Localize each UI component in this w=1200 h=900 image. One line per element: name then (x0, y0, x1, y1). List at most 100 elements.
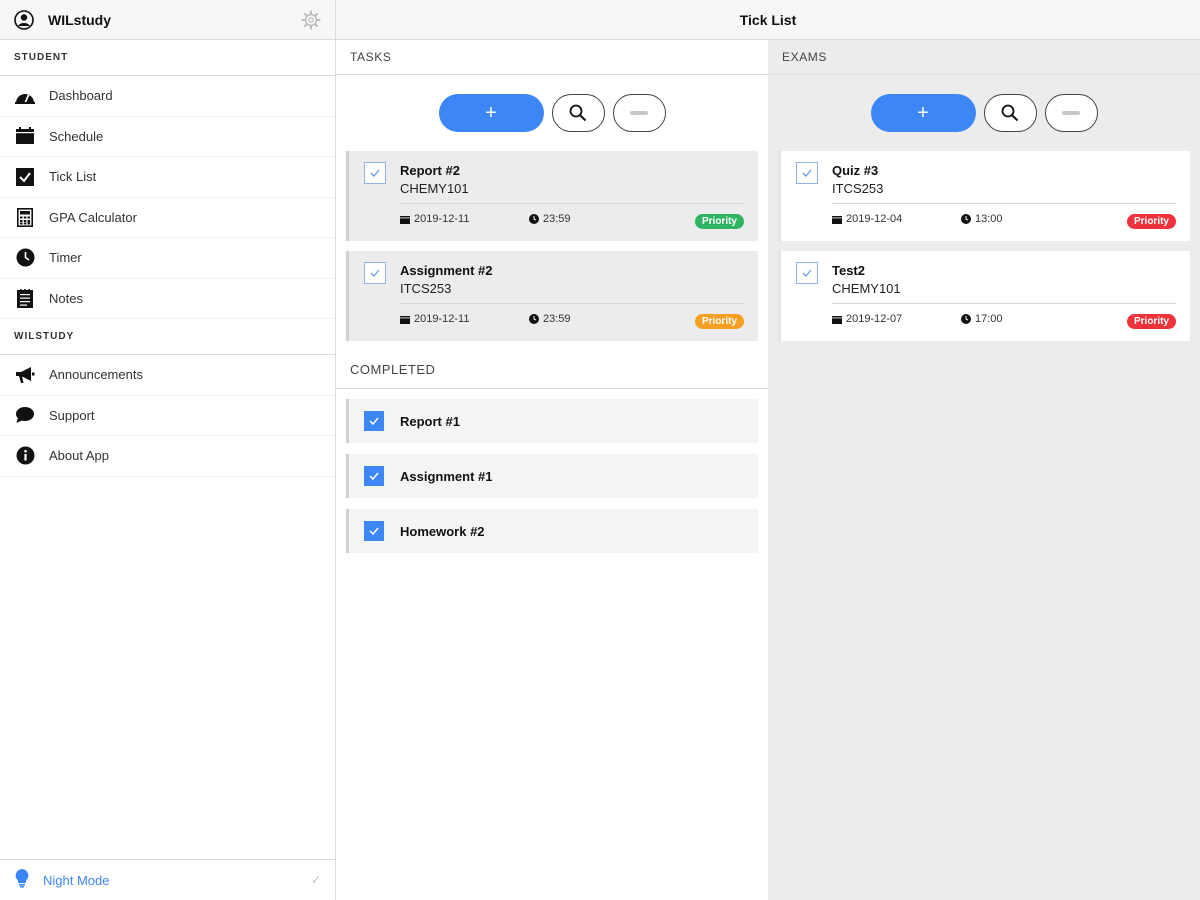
search-tasks-button[interactable] (551, 94, 605, 132)
clock-icon (14, 248, 36, 268)
exams-heading: EXAMS (768, 40, 1200, 75)
sidebar-item-notes[interactable]: Notes (0, 279, 335, 319)
task-due-time: 23:59 (529, 213, 571, 225)
sidebar-item-tick-list[interactable]: Tick List (0, 157, 335, 198)
completed-checkbox[interactable] (364, 411, 384, 431)
exams-button-row: + (768, 75, 1200, 151)
checkbox-icon (14, 167, 36, 187)
plus-icon: + (485, 102, 497, 124)
calendar-icon (832, 315, 842, 324)
task-checkbox[interactable] (364, 162, 386, 184)
completed-checkbox[interactable] (364, 521, 384, 541)
task-card[interactable]: Assignment #2 ITCS253 2019-12-11 23:59 P… (346, 251, 758, 341)
task-title: Report #2 (400, 163, 460, 178)
sidebar-item-announcements[interactable]: Announcements (0, 355, 335, 396)
exam-date: 2019-12-07 (832, 313, 902, 325)
completed-checkbox[interactable] (364, 466, 384, 486)
exam-card[interactable]: Quiz #3 ITCS253 2019-12-04 13:00 Priorit… (778, 151, 1190, 241)
task-due-date: 2019-12-11 (400, 313, 469, 325)
user-avatar-icon[interactable] (14, 9, 34, 30)
sidebar-item-label: Support (49, 407, 95, 423)
sidebar-item-schedule[interactable]: Schedule (0, 117, 335, 157)
lightbulb-icon (14, 868, 30, 893)
sidebar-item-about-app[interactable]: About App (0, 436, 335, 477)
divider (832, 203, 1176, 204)
remove-exam-button[interactable] (1044, 94, 1098, 132)
task-checkbox[interactable] (364, 262, 386, 284)
date-text: 2019-12-04 (846, 213, 903, 225)
priority-badge: Priority (1126, 214, 1176, 229)
megaphone-icon (14, 365, 36, 385)
completed-task-title: Assignment #1 (400, 468, 493, 484)
sidebar-header: WILstudy (0, 0, 335, 40)
clock-icon (961, 214, 971, 224)
completed-task-item[interactable]: Report #1 (346, 399, 758, 443)
clock-icon (529, 314, 539, 324)
time-text: 23:59 (543, 313, 571, 325)
schedule-icon (14, 126, 36, 146)
tasks-button-row: + (336, 75, 768, 151)
remove-task-button[interactable] (612, 94, 666, 132)
exam-checkbox[interactable] (796, 262, 818, 284)
top-bar: Tick List (336, 0, 1200, 40)
exam-time: 13:00 (961, 213, 1003, 225)
tasks-heading: TASKS (336, 40, 768, 75)
completed-heading: COMPLETED (336, 351, 768, 389)
sidebar-item-label: Tick List (49, 169, 97, 185)
night-mode-label: Night Mode (43, 872, 110, 888)
sidebar-item-support[interactable]: Support (0, 396, 335, 436)
sidebar-section-student: STUDENT (0, 40, 335, 76)
calculator-icon (14, 207, 36, 227)
exam-checkbox[interactable] (796, 162, 818, 184)
search-icon (569, 104, 587, 122)
sidebar-item-label: About App (49, 448, 109, 464)
exam-time: 17:00 (961, 313, 1003, 325)
sidebar-item-label: Schedule (49, 128, 104, 144)
exam-course: CHEMY101 (832, 281, 901, 296)
completed-task-item[interactable]: Homework #2 (346, 509, 758, 553)
exam-title: Quiz #3 (832, 163, 879, 178)
add-task-button[interactable]: + (438, 94, 544, 132)
gear-icon[interactable] (301, 10, 321, 30)
app-name: WILstudy (48, 11, 111, 28)
sidebar-item-dashboard[interactable]: Dashboard (0, 76, 335, 117)
search-exams-button[interactable] (983, 94, 1037, 132)
calendar-icon (400, 315, 410, 324)
sidebar-item-timer[interactable]: Timer (0, 238, 335, 279)
divider (400, 203, 744, 204)
completed-task-item[interactable]: Assignment #1 (346, 454, 758, 498)
time-text: 23:59 (543, 213, 571, 225)
completed-task-title: Report #1 (400, 413, 460, 429)
page-title: Tick List (739, 11, 797, 28)
priority-badge: Priority (694, 314, 744, 329)
tasks-column: TASKS + Report #2 CHEMY101 2019-12-11 23… (336, 40, 768, 900)
clock-icon (529, 214, 539, 224)
sidebar-item-label: GPA Calculator (49, 209, 137, 225)
calendar-icon (400, 215, 410, 224)
search-icon (1001, 104, 1019, 122)
sidebar-item-label: Announcements (49, 367, 143, 383)
sidebar-item-gpa-calculator[interactable]: GPA Calculator (0, 198, 335, 238)
date-text: 2019-12-07 (846, 313, 903, 325)
sidebar-section-wilstudy: WILSTUDY (0, 319, 335, 355)
time-text: 13:00 (975, 213, 1003, 225)
exam-card[interactable]: Test2 CHEMY101 2019-12-07 17:00 Priority (778, 251, 1190, 341)
task-due-time: 23:59 (529, 313, 571, 325)
checkmark-icon (369, 527, 379, 536)
exams-column: EXAMS + Quiz #3 ITCS253 2019-12-04 13:00… (768, 40, 1200, 900)
sidebar-item-label: Notes (49, 290, 83, 306)
chat-bubble-icon (14, 405, 36, 425)
date-text: 2019-12-11 (414, 313, 470, 325)
add-exam-button[interactable]: + (870, 94, 976, 132)
completed-task-title: Homework #2 (400, 523, 485, 539)
checkmark-icon: ✓ (310, 873, 321, 887)
priority-badge: Priority (694, 214, 744, 229)
exam-date: 2019-12-04 (832, 213, 902, 225)
exam-course: ITCS253 (832, 181, 884, 196)
sidebar-item-label: Dashboard (49, 88, 113, 104)
dashboard-icon (14, 86, 36, 106)
task-due-date: 2019-12-11 (400, 213, 469, 225)
checkmark-icon (369, 472, 379, 481)
task-card[interactable]: Report #2 CHEMY101 2019-12-11 23:59 Prio… (346, 151, 758, 241)
night-mode-toggle[interactable]: Night Mode ✓ (0, 859, 335, 900)
